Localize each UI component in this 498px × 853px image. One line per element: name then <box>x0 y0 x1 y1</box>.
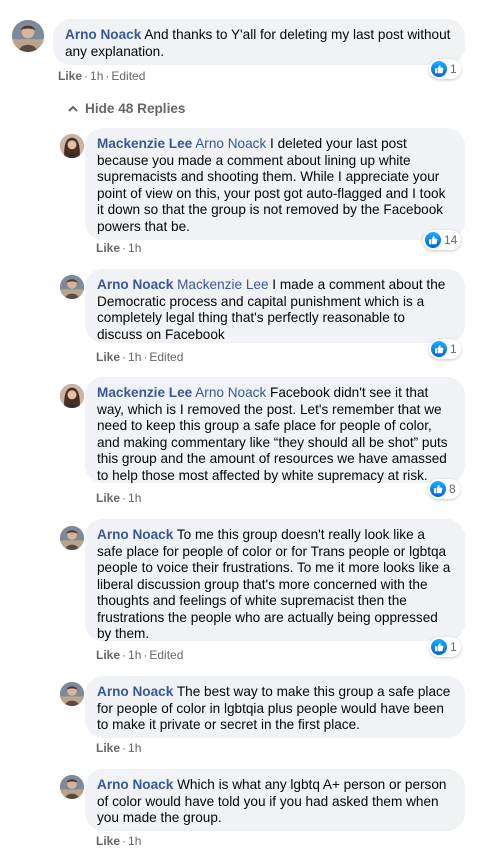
reply-meta: Like · 1h <box>96 834 141 848</box>
separator: · <box>122 834 127 848</box>
like-icon <box>431 341 447 357</box>
hide-replies-button[interactable]: Hide 48 Replies <box>68 101 186 116</box>
like-link[interactable]: Like <box>96 741 120 755</box>
timestamp[interactable]: 1h <box>128 241 141 255</box>
reaction-count: 1 <box>450 62 457 76</box>
reply-bubble: Arno Noack The best way to make this gro… <box>85 676 465 738</box>
avatar-arno-image <box>60 682 84 706</box>
separator: · <box>122 741 127 755</box>
reply-bubble: Arno Noack To me this group doesn't real… <box>85 519 465 641</box>
avatar-mackenzie-image <box>60 384 84 408</box>
reply-bubble: Arno Noack Mackenzie Lee I made a commen… <box>85 269 465 343</box>
like-link[interactable]: Like <box>96 834 120 848</box>
avatar[interactable] <box>60 275 84 299</box>
reply-mention[interactable]: Arno Noack <box>195 136 266 151</box>
reaction-badge[interactable]: 14 <box>423 230 462 250</box>
separator: · <box>143 648 148 662</box>
reply-mention[interactable]: Mackenzie Lee <box>177 277 268 292</box>
reaction-count: 8 <box>449 482 456 496</box>
reply-author[interactable]: Arno Noack <box>97 777 173 792</box>
like-link[interactable]: Like <box>96 491 120 505</box>
avatar[interactable] <box>60 134 84 158</box>
separator: · <box>105 69 110 83</box>
avatar-arno-image <box>12 20 44 52</box>
hide-replies-label: Hide 48 Replies <box>85 101 186 116</box>
reaction-badge[interactable]: 1 <box>429 339 461 359</box>
reaction-badge[interactable]: 1 <box>429 59 461 79</box>
edited-label[interactable]: Edited <box>149 648 183 662</box>
like-link[interactable]: Like <box>96 350 120 364</box>
reaction-count: 1 <box>450 640 457 654</box>
edited-label[interactable]: Edited <box>111 69 145 83</box>
reply-bubble: Mackenzie Lee Arno Noack I deleted your … <box>85 128 465 240</box>
like-icon <box>430 481 446 497</box>
reply-author[interactable]: Arno Noack <box>97 277 173 292</box>
reaction-badge[interactable]: 1 <box>429 637 461 657</box>
like-icon <box>431 639 447 655</box>
avatar[interactable] <box>60 775 84 799</box>
reply-text: To me this group doesn't really look lik… <box>97 527 451 641</box>
avatar[interactable] <box>12 20 44 52</box>
timestamp[interactable]: 1h <box>128 741 141 755</box>
timestamp[interactable]: 1h <box>128 834 141 848</box>
comment-meta: Like · 1h · Edited <box>58 69 145 83</box>
like-icon <box>431 61 447 77</box>
reply-meta: Like · 1h · Edited <box>96 648 183 662</box>
comment-author[interactable]: Arno Noack <box>65 27 141 42</box>
avatar[interactable] <box>60 526 84 550</box>
comment-bubble: Arno Noack And thanks to Y'all for delet… <box>53 19 465 65</box>
avatar[interactable] <box>60 384 84 408</box>
reply-bubble: Mackenzie Lee Arno Noack Facebook didn't… <box>85 377 465 483</box>
reaction-badge[interactable]: 8 <box>428 479 460 499</box>
timestamp[interactable]: 1h <box>128 648 141 662</box>
reply-author[interactable]: Arno Noack <box>97 527 173 542</box>
reply-meta: Like · 1h <box>96 741 141 755</box>
reply-author[interactable]: Mackenzie Lee <box>97 385 192 400</box>
separator: · <box>84 69 89 83</box>
chevron-up-icon <box>68 105 78 112</box>
timestamp[interactable]: 1h <box>90 69 103 83</box>
separator: · <box>122 648 127 662</box>
edited-label[interactable]: Edited <box>149 350 183 364</box>
separator: · <box>122 350 127 364</box>
timestamp[interactable]: 1h <box>128 350 141 364</box>
reply-author[interactable]: Mackenzie Lee <box>97 136 192 151</box>
separator: · <box>143 350 148 364</box>
like-icon <box>425 232 441 248</box>
reply-meta: Like · 1h <box>96 491 141 505</box>
avatar-arno-image <box>60 275 84 299</box>
reply-bubble: Arno Noack Which is what any lgbtq A+ pe… <box>85 769 465 831</box>
separator: · <box>122 241 127 255</box>
like-link[interactable]: Like <box>96 648 120 662</box>
timestamp[interactable]: 1h <box>128 491 141 505</box>
avatar[interactable] <box>60 682 84 706</box>
separator: · <box>122 491 127 505</box>
avatar-arno-image <box>60 526 84 550</box>
reaction-count: 14 <box>444 233 458 247</box>
like-link[interactable]: Like <box>96 241 120 255</box>
reply-author[interactable]: Arno Noack <box>97 684 173 699</box>
reply-meta: Like · 1h · Edited <box>96 350 183 364</box>
reply-meta: Like · 1h <box>96 241 141 255</box>
like-link[interactable]: Like <box>58 69 82 83</box>
avatar-arno-image <box>60 775 84 799</box>
reaction-count: 1 <box>450 342 457 356</box>
reply-mention[interactable]: Arno Noack <box>195 385 266 400</box>
avatar-mackenzie-image <box>60 134 84 158</box>
